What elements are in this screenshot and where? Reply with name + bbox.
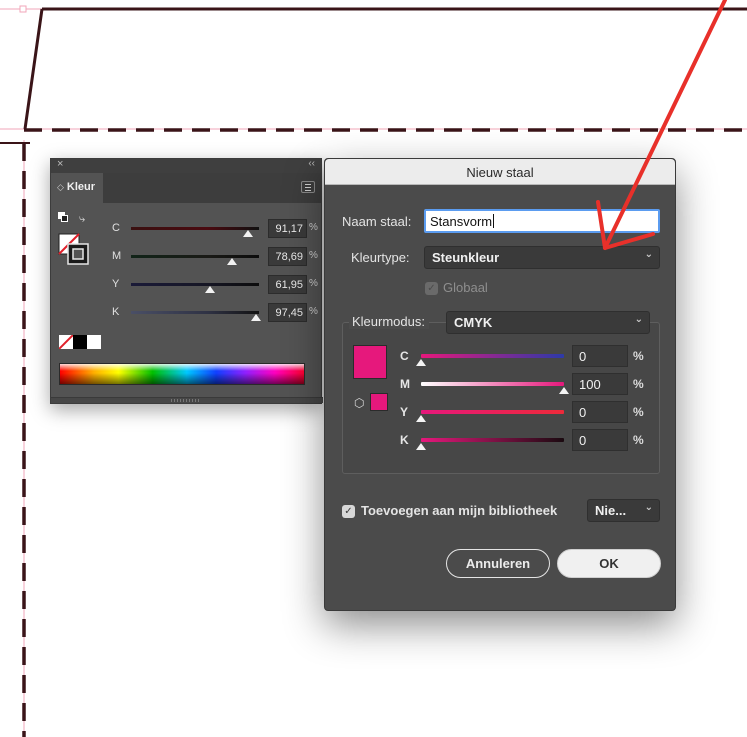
naam-staal-input[interactable]: Stansvorm	[424, 209, 660, 233]
channel-slider-thumb[interactable]	[205, 286, 216, 293]
channel-label: Y	[112, 278, 120, 290]
kleur-row-m: M 78,69%	[51, 247, 323, 267]
channel-value-field[interactable]: 91,17	[268, 219, 307, 238]
kleur-row-c: C 91,17%	[51, 219, 323, 239]
channel-value-field[interactable]: 61,95	[268, 275, 307, 294]
channel-label: C	[400, 349, 409, 363]
chevron-down-icon: ⌄	[644, 249, 653, 260]
percent-unit: %	[309, 222, 318, 233]
swatch-none[interactable]	[59, 335, 73, 349]
channel-label: K	[112, 306, 120, 318]
channel-label: K	[400, 433, 409, 447]
channel-slider-track[interactable]	[131, 283, 259, 286]
quick-swatches	[59, 335, 101, 349]
channel-slider-thumb[interactable]	[559, 387, 569, 394]
kleurtype-label: Kleurtype:	[351, 250, 410, 265]
kleur-panel: × ‹‹ ◇ Kleur ⤷ C 91,17% M 78,69% Y 61,95% K 97,4…	[50, 158, 323, 404]
dialog-title: Nieuw staal	[325, 159, 675, 185]
tab-toggle-icon[interactable]: ◇	[57, 182, 64, 192]
panel-menu-icon[interactable]	[301, 181, 315, 193]
channel-label: Y	[400, 405, 409, 419]
percent-unit: %	[633, 405, 644, 419]
panel-resize-grip[interactable]	[51, 397, 323, 403]
globaal-label: Globaal	[443, 280, 488, 295]
swatch-black[interactable]	[73, 335, 87, 349]
percent-unit: %	[309, 278, 318, 289]
globaal-checkbox[interactable]: ✓	[425, 282, 438, 295]
channel-slider-track[interactable]	[421, 354, 564, 358]
channel-value-field[interactable]: 0	[572, 345, 628, 367]
channel-label: M	[112, 250, 122, 262]
channel-slider-track[interactable]	[131, 227, 259, 230]
color-spectrum[interactable]	[59, 363, 305, 385]
library-checkbox[interactable]: ✓	[342, 505, 355, 518]
collapse-icon[interactable]: ‹‹	[308, 158, 315, 169]
close-icon[interactable]: ×	[57, 158, 63, 170]
channel-label: C	[112, 222, 120, 234]
kleurtype-select[interactable]: Steunkleur ⌄	[424, 246, 660, 269]
channel-value-field[interactable]: 0	[572, 429, 628, 451]
channel-slider-track[interactable]	[131, 255, 259, 258]
cancel-button[interactable]: Annuleren	[446, 549, 550, 578]
kleurmodus-label: Kleurmodus:	[349, 314, 429, 329]
channel-slider-thumb[interactable]	[250, 314, 261, 321]
kleurmodus-select[interactable]: CMYK ⌄	[446, 311, 650, 334]
channel-slider-track[interactable]	[421, 438, 564, 442]
kleurmodus-value: CMYK	[454, 315, 493, 330]
library-select[interactable]: Nie... ⌄	[587, 499, 660, 522]
ok-button[interactable]: OK	[557, 549, 661, 578]
library-select-value: Nie...	[595, 503, 627, 518]
anchor-point[interactable]	[19, 5, 27, 13]
channel-slider-thumb[interactable]	[226, 258, 237, 265]
channel-slider-thumb[interactable]	[416, 359, 426, 366]
naam-staal-value: Stansvorm	[430, 214, 493, 229]
percent-unit: %	[633, 433, 644, 447]
channel-slider-track[interactable]	[131, 311, 259, 314]
tab-kleur[interactable]: ◇ Kleur	[51, 173, 103, 203]
channel-value-field[interactable]: 0	[572, 401, 628, 423]
channel-slider-thumb[interactable]	[242, 230, 253, 237]
kleur-row-k: K 97,45%	[51, 303, 323, 323]
channel-value-field[interactable]: 100	[572, 373, 628, 395]
text-caret	[493, 214, 495, 228]
cmyk-row-y: Y 0%	[325, 401, 677, 425]
tab-kleur-label: Kleur	[66, 181, 96, 193]
cmyk-row-k: K 0%	[325, 429, 677, 453]
naam-staal-label: Naam staal:	[342, 214, 412, 229]
chevron-down-icon: ⌄	[644, 502, 653, 513]
panel-tab-row: ◇ Kleur	[51, 173, 321, 203]
channel-slider-track[interactable]	[421, 410, 564, 414]
percent-unit: %	[633, 349, 644, 363]
channel-slider-thumb[interactable]	[416, 443, 426, 450]
channel-slider-track[interactable]	[421, 382, 564, 386]
swatch-white[interactable]	[87, 335, 101, 349]
percent-unit: %	[309, 306, 318, 317]
chevron-down-icon: ⌄	[634, 314, 643, 325]
channel-label: M	[400, 377, 410, 391]
channel-slider-thumb[interactable]	[416, 415, 426, 422]
percent-unit: %	[633, 377, 644, 391]
channel-value-field[interactable]: 97,45	[268, 303, 307, 322]
panel-titlebar[interactable]: × ‹‹	[51, 158, 321, 173]
kleurtype-value: Steunkleur	[432, 250, 500, 265]
library-label: Toevoegen aan mijn bibliotheek	[361, 503, 558, 518]
cmyk-row-m: M 100%	[325, 373, 677, 397]
cmyk-row-c: C 0%	[325, 345, 677, 369]
percent-unit: %	[309, 250, 318, 261]
kleur-row-y: Y 61,95%	[51, 275, 323, 295]
channel-value-field[interactable]: 78,69	[268, 247, 307, 266]
nieuw-staal-dialog: Nieuw staal Naam staal: Stansvorm Kleurt…	[324, 158, 676, 611]
